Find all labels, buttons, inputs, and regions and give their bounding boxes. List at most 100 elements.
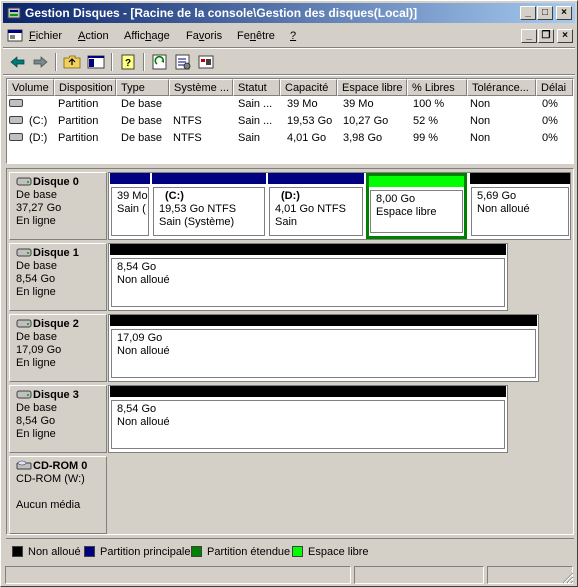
disk-0-label[interactable]: Disque 0 De base 37,27 Go En ligne [9, 172, 107, 240]
refresh-icon[interactable] [149, 52, 171, 72]
mdi-close-button[interactable]: × [557, 29, 573, 43]
partition-body: (C:) 19,53 Go NTFS Sain (Système) [153, 187, 265, 236]
col-header-volume[interactable]: Volume [7, 79, 54, 96]
cell-tolerance: Non [470, 115, 491, 127]
legend-swatch [191, 546, 202, 557]
partition-system-reserved[interactable]: 39 Mo Sain ( [110, 173, 150, 239]
title-bar[interactable]: Gestion Disques - [Racine de la console\… [3, 3, 575, 23]
mdi-restore-button[interactable]: ❐ [538, 29, 554, 43]
hard-disk-icon [16, 248, 32, 257]
mdi-minimize-button[interactable]: _ [521, 29, 537, 43]
disk-1-partitions: 8,54 Go Non alloué [108, 243, 508, 311]
disk-2-partitions: 17,09 Go Non alloué [108, 314, 539, 382]
disk-size: 8,54 Go [16, 273, 56, 285]
minimize-button[interactable]: _ [520, 6, 536, 20]
cell-capacity: 39 Mo [287, 98, 318, 110]
settings-icon[interactable] [195, 52, 217, 72]
maximize-button[interactable]: □ [537, 6, 553, 20]
cell-status: Sain ... [238, 115, 273, 127]
cell-disposition: Partition [58, 98, 99, 110]
col-header-filesystem[interactable]: Système ... [169, 79, 233, 96]
disk-size: 8,54 Go [16, 415, 56, 427]
status-bar [3, 565, 575, 585]
cell-volume: (C:) [29, 115, 48, 127]
legend: Non alloué Partition principale Partitio… [6, 538, 574, 562]
cell-capacity: 4,01 Go [287, 132, 327, 144]
col-header-delay[interactable]: Délai [536, 79, 573, 96]
col-header-free-space[interactable]: Espace libre [337, 79, 407, 96]
partition-d[interactable]: (D:) 4,01 Go NTFS Sain [268, 173, 364, 239]
legend-item: Espace libre [292, 546, 369, 558]
legend-swatch [292, 546, 303, 557]
cell-tolerance: Non [470, 132, 491, 144]
show-hide-tree-icon[interactable] [85, 52, 107, 72]
menu-fichier[interactable]: Fichier [29, 30, 62, 42]
partition-color-strip [152, 173, 266, 184]
cell-pct-free: 99 % [413, 132, 439, 144]
col-header-tolerance[interactable]: Tolérance... [467, 79, 536, 96]
partition-body: 17,09 Go Non alloué [111, 329, 536, 378]
console-icon[interactable] [7, 28, 23, 44]
cell-pct-free: 100 % [413, 98, 445, 110]
col-header-type[interactable]: Type [116, 79, 169, 96]
partition-body: 8,54 Go Non alloué [111, 258, 505, 307]
toolbar-bottom-separator [3, 74, 575, 76]
close-button[interactable]: × [556, 6, 572, 20]
partition-body: 8,54 Go Non alloué [111, 400, 505, 449]
toolbar-separator [55, 53, 57, 71]
back-arrow-icon[interactable] [7, 52, 29, 72]
partition-c[interactable]: (C:) 19,53 Go NTFS Sain (Système) [152, 173, 266, 239]
disk-0-partitions: 39 Mo Sain ( (C:) 19,53 Go NTFS Sain (Systè… [108, 172, 571, 240]
table-row[interactable]: Partition De base Sain ... 39 Mo 39 Mo 1… [7, 96, 573, 113]
col-header-disposition[interactable]: Disposition [54, 79, 116, 96]
legend-swatch [84, 546, 95, 557]
forward-arrow-icon[interactable] [29, 52, 51, 72]
partition-unallocated[interactable]: 8,54 Go Non alloué [110, 386, 506, 452]
hard-disk-icon [16, 390, 32, 399]
menu-affichage[interactable]: Affichage [124, 30, 170, 42]
hard-disk-icon [16, 177, 32, 186]
partition-free-space[interactable]: 8,00 Go Espace libre [366, 173, 467, 239]
disk-type: De base [16, 260, 57, 272]
partition-unallocated[interactable]: 17,09 Go Non alloué [110, 315, 537, 381]
partition-unallocated[interactable]: 5,69 Go Non alloué [470, 173, 570, 239]
cdrom-label[interactable]: CD-ROM 0 CD-ROM (W:) Aucun média [9, 456, 107, 534]
menu-action[interactable]: Action [78, 30, 109, 42]
volume-list[interactable]: Volume Disposition Type Système ... Stat… [6, 78, 574, 164]
volume-list-header: Volume Disposition Type Système ... Stat… [7, 79, 573, 96]
partition-body: 5,69 Go Non alloué [471, 187, 569, 236]
up-folder-icon[interactable] [61, 52, 83, 72]
cell-delay: 0% [542, 115, 558, 127]
menu-help[interactable]: ? [290, 30, 296, 42]
cell-disposition: Partition [58, 115, 99, 127]
window-title: Gestion Disques - [Racine de la console\… [25, 6, 418, 20]
disk-size: 17,09 Go [16, 344, 62, 356]
svg-text:?: ? [125, 58, 131, 69]
resize-grip-icon[interactable] [562, 572, 574, 584]
toolbar: ? [3, 50, 575, 74]
disk-state: En ligne [16, 286, 56, 298]
cell-status: Sain [238, 132, 261, 144]
disk-state: En ligne [16, 428, 56, 440]
status-pane-main [5, 566, 351, 584]
disk-state: En ligne [16, 357, 56, 369]
col-header-status[interactable]: Statut [233, 79, 280, 96]
col-header-capacity[interactable]: Capacité [280, 79, 337, 96]
menu-favoris[interactable]: Favoris [186, 30, 222, 42]
disk-name: Disque 0 [33, 176, 79, 188]
cell-type: De base [121, 132, 162, 144]
help-book-icon[interactable]: ? [117, 52, 139, 72]
menu-fenetre[interactable]: Fenêtre [237, 30, 275, 42]
partition-unallocated[interactable]: 8,54 Go Non alloué [110, 244, 506, 310]
table-row[interactable]: (D:) Partition De base NTFS Sain 4,01 Go… [7, 130, 573, 147]
disk-1-label[interactable]: Disque 1 De base 8,54 Go En ligne [9, 243, 107, 311]
partition-color-strip [110, 315, 537, 326]
cell-status: Sain ... [238, 98, 273, 110]
disk-3-label[interactable]: Disque 3 De base 8,54 Go En ligne [9, 385, 107, 453]
table-row[interactable]: (C:) Partition De base NTFS Sain ... 19,… [7, 113, 573, 130]
col-header-pct-free[interactable]: % Libres [407, 79, 467, 96]
status-pane-secondary [354, 566, 484, 584]
properties-icon[interactable] [172, 52, 194, 72]
partition-body: (D:) 4,01 Go NTFS Sain [269, 187, 363, 236]
disk-2-label[interactable]: Disque 2 De base 17,09 Go En ligne [9, 314, 107, 382]
